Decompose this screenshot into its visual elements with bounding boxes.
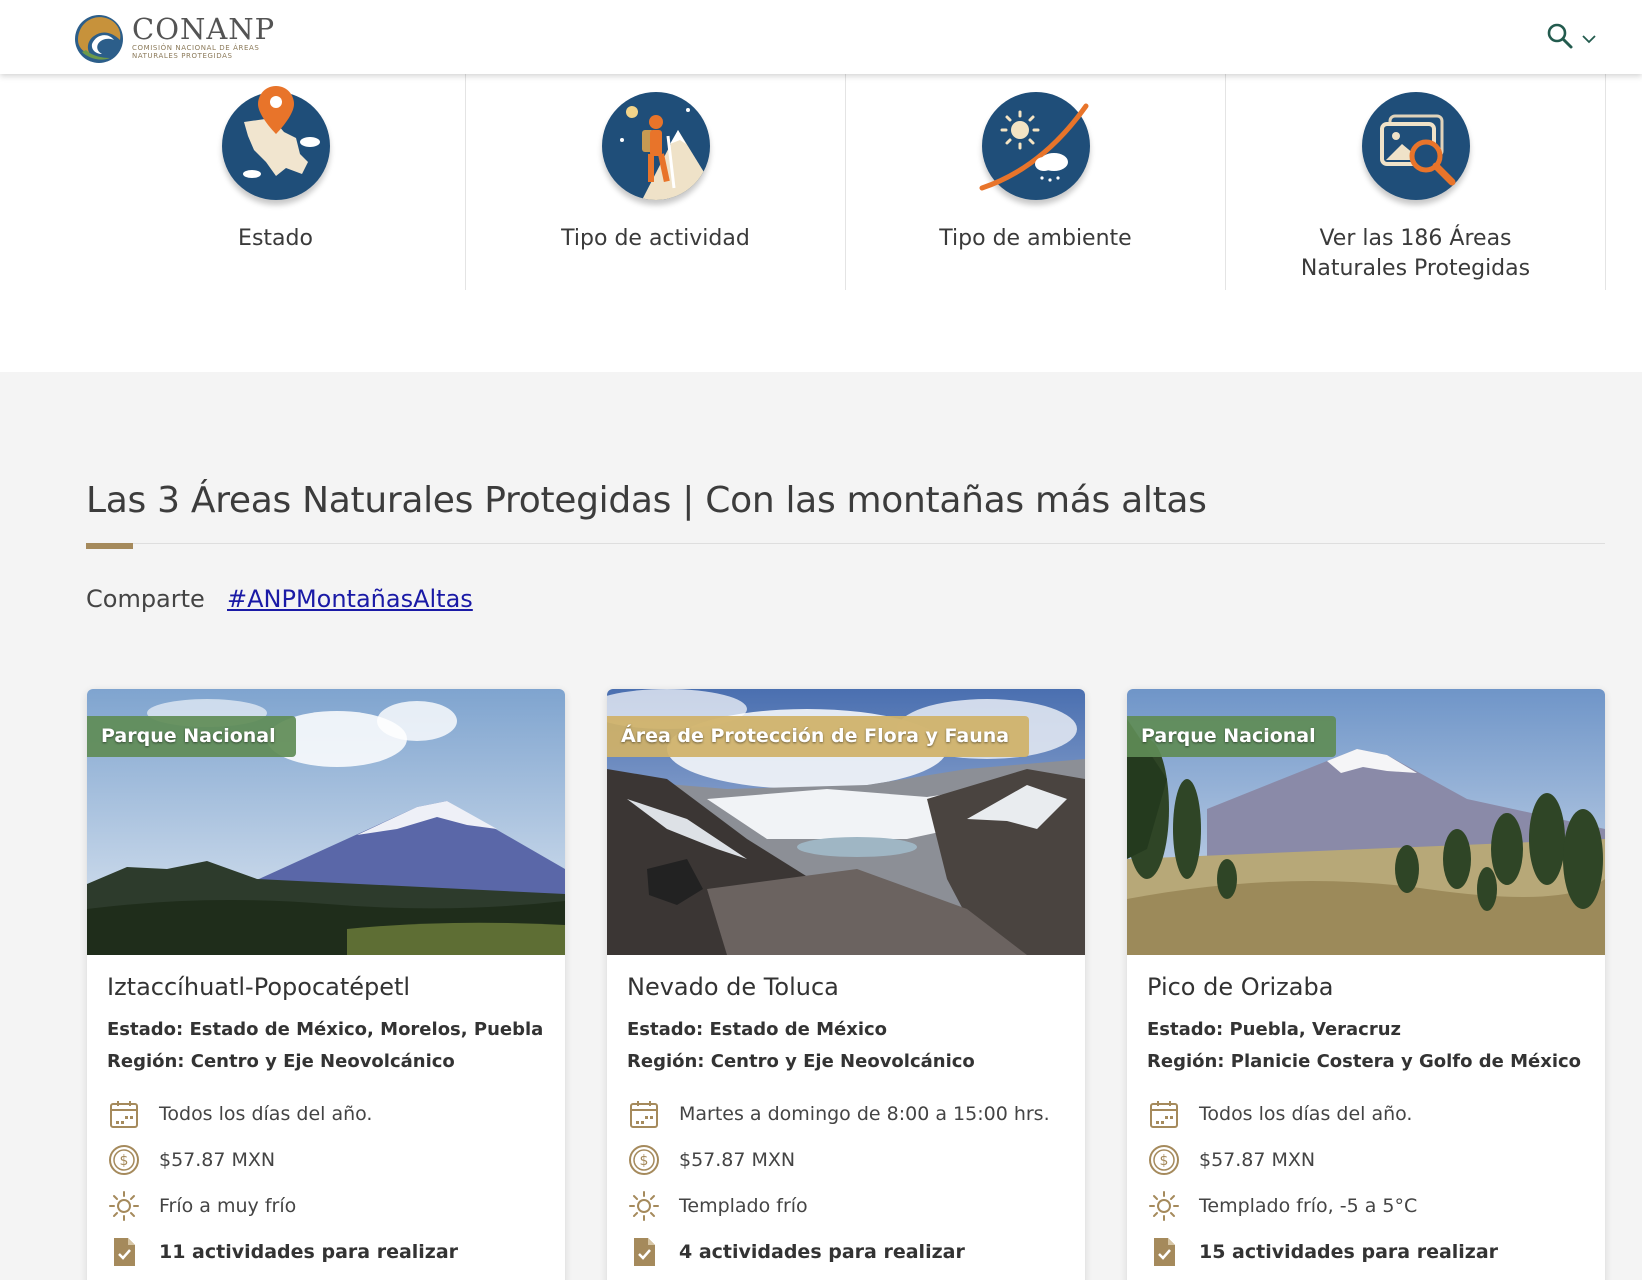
card-title: Pico de Orizaba <box>1147 973 1334 1001</box>
site-header: CONANP COMISIÓN NACIONAL DE ÁREAS NATURA… <box>0 0 1642 74</box>
search-icon <box>1547 23 1573 49</box>
category-badge: Área de Protección de Flora y Fauna <box>607 716 1030 757</box>
image-search-icon <box>1361 92 1470 200</box>
price-row: $ $57.87 MXN <box>107 1143 275 1177</box>
dollar-icon: $ <box>1147 1143 1181 1177</box>
activities-text: 4 actividades para realizar <box>679 1241 965 1263</box>
schedule-text: Todos los días del año. <box>159 1103 373 1125</box>
card-estado: Estado: Estado de México <box>627 1019 888 1040</box>
card-estado: Estado: Estado de México, Morelos, Puebl… <box>107 1019 544 1040</box>
card-photo: Parque Nacional <box>1127 689 1605 955</box>
svg-text:$: $ <box>1160 1153 1169 1169</box>
filter-label: Tipo de ambiente <box>939 226 1132 251</box>
share-label: Comparte <box>86 585 205 613</box>
activities-text: 15 actividades para realizar <box>1199 1241 1499 1263</box>
filter-label: Ver las 186 Áreas Naturales Protegidas <box>1300 226 1531 281</box>
checklist-icon <box>107 1235 141 1269</box>
climate-text: Templado frío, -5 a 5°C <box>1199 1195 1418 1217</box>
card-region: Región: Centro y Eje Neovolcánico <box>107 1051 455 1072</box>
activities-row: 11 actividades para realizar <box>107 1235 458 1269</box>
filter-tipo-actividad[interactable]: Tipo de actividad <box>466 74 846 290</box>
price-row: $ $57.87 MXN <box>627 1143 795 1177</box>
svg-text:$: $ <box>120 1153 129 1169</box>
calendar-icon <box>1147 1097 1181 1131</box>
checklist-icon <box>627 1235 661 1269</box>
filter-tipo-ambiente[interactable]: Tipo de ambiente <box>846 74 1226 290</box>
card-photo: Parque Nacional <box>87 689 565 955</box>
climate-row: Templado frío <box>627 1189 808 1223</box>
sun-icon <box>1147 1189 1181 1223</box>
map-pin-icon <box>221 86 330 200</box>
search-button[interactable] <box>1546 18 1610 54</box>
card-photo: Área de Protección de Flora y Fauna <box>607 689 1085 955</box>
anp-card[interactable]: Parque Nacional Iztaccíhuatl-Popocatépet… <box>87 689 565 1280</box>
activities-row: 4 actividades para realizar <box>627 1235 965 1269</box>
schedule-text: Martes a domingo de 8:00 a 15:00 hrs. <box>679 1103 1050 1125</box>
climate-text: Templado frío <box>679 1195 808 1217</box>
category-badge: Parque Nacional <box>87 716 296 757</box>
anp-card[interactable]: Parque Nacional Pico de Orizaba Estado: … <box>1127 689 1605 1280</box>
price-text: $57.87 MXN <box>159 1149 276 1171</box>
activities-text: 11 actividades para realizar <box>159 1241 459 1263</box>
price-text: $57.87 MXN <box>679 1149 796 1171</box>
dollar-icon: $ <box>107 1143 141 1177</box>
hiker-icon <box>601 92 710 200</box>
climate-row: Frío a muy frío <box>107 1189 296 1223</box>
section-title: Las 3 Áreas Naturales Protegidas | Con l… <box>86 480 1207 521</box>
conanp-emblem-icon <box>75 15 123 63</box>
schedule-text: Todos los días del año. <box>1199 1103 1413 1125</box>
calendar-icon <box>627 1097 661 1131</box>
price-text: $57.87 MXN <box>1199 1149 1316 1171</box>
logo-title: CONANP <box>132 12 276 46</box>
schedule-row: Todos los días del año. <box>1147 1097 1412 1131</box>
weather-icon <box>979 92 1090 200</box>
conanp-logo[interactable]: CONANP COMISIÓN NACIONAL DE ÁREAS NATURA… <box>72 10 275 64</box>
calendar-icon <box>107 1097 141 1131</box>
filter-label: Tipo de actividad <box>561 226 750 251</box>
filter-label: Estado <box>238 226 313 251</box>
title-divider <box>86 543 1605 544</box>
filter-ver-todas[interactable]: Ver las 186 Áreas Naturales Protegidas <box>1226 74 1606 290</box>
logo-subtitle: COMISIÓN NACIONAL DE ÁREAS NATURALES PRO… <box>132 44 260 60</box>
anp-card[interactable]: Área de Protección de Flora y Fauna Neva… <box>607 689 1085 1280</box>
filter-estado[interactable]: Estado <box>86 74 466 290</box>
card-title: Iztaccíhuatl-Popocatépetl <box>107 973 411 1001</box>
price-row: $ $57.87 MXN <box>1147 1143 1315 1177</box>
climate-text: Frío a muy frío <box>159 1195 297 1217</box>
activities-row: 15 actividades para realizar <box>1147 1235 1498 1269</box>
svg-text:$: $ <box>640 1153 649 1169</box>
sun-icon <box>627 1189 661 1223</box>
sun-icon <box>107 1189 141 1223</box>
schedule-row: Todos los días del año. <box>107 1097 372 1131</box>
card-title: Nevado de Toluca <box>627 973 839 1001</box>
climate-row: Templado frío, -5 a 5°C <box>1147 1189 1417 1223</box>
chevron-down-icon <box>1582 35 1596 44</box>
dollar-icon: $ <box>627 1143 661 1177</box>
card-region: Región: Centro y Eje Neovolcánico <box>627 1051 975 1072</box>
schedule-row: Martes a domingo de 8:00 a 15:00 hrs. <box>627 1097 1050 1131</box>
checklist-icon <box>1147 1235 1181 1269</box>
filter-bar: Estado Tipo de actividad Tipo de ambient… <box>0 74 1642 372</box>
card-region: Región: Planicie Costera y Golfo de Méxi… <box>1147 1051 1582 1072</box>
category-badge: Parque Nacional <box>1127 716 1336 757</box>
title-accent-bar <box>86 543 133 549</box>
card-estado: Estado: Puebla, Veracruz <box>1147 1019 1402 1040</box>
hashtag-link[interactable]: #ANPMontañasAltas <box>227 585 473 613</box>
